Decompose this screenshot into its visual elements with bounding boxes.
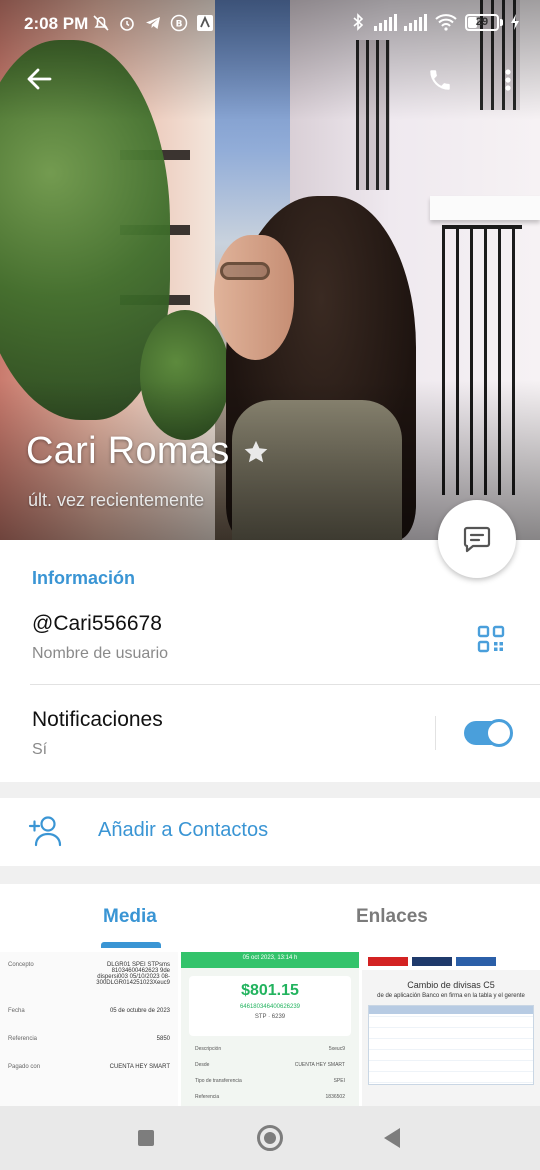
profile-screen: 2:08 PM B 29 Cari Romas últ. vez recient… [0,0,540,1170]
transfer-line: Referencia 1836502 [195,1094,345,1100]
alarm-icon [118,14,136,32]
bank-logo [412,956,452,966]
message-icon [463,526,491,553]
receipt-row: Pagado con CUENTA HEY SMART [8,1064,170,1070]
notifications-value: Sí [32,741,48,758]
divider [30,684,540,685]
more-options-button[interactable] [490,60,526,100]
transfer-card: $801.15 646180346400626239 STP · 6239 [189,976,351,1036]
exchange-logo-bar [362,952,540,970]
notifications-label[interactable]: Notificaciones [32,708,163,732]
username-value[interactable]: @Cari556678 [32,612,162,636]
svg-text:B: B [176,20,183,30]
phone-icon [430,70,450,90]
status-time: 2:08 PM [24,14,89,33]
receipt-row: Concepto DLGR01 SPEI STPsms 8103460046262… [8,962,170,986]
notifications-toggle[interactable] [464,719,513,747]
transfer-bank: STP · 6239 [254,1014,286,1020]
transfer-account: 646180346400626239 [239,1004,301,1010]
exchange-subtitle: de de aplicación Banco en firma en la ta… [377,993,525,999]
telegram-icon [144,14,162,32]
active-tab-indicator [101,942,161,948]
receipt-row: Referencia 5850 [8,1036,170,1042]
call-button[interactable] [420,60,460,100]
media-thumbnail-exchange[interactable]: Cambio de divisas C5 de de aplicación Ba… [362,952,540,1106]
system-nav-bar [0,1106,540,1170]
b-badge-icon: B [170,14,188,32]
profile-name: Cari Romas [26,430,230,472]
back-button[interactable] [20,60,58,98]
add-contact-button[interactable]: Añadir a Contactos [0,798,540,866]
signal-icon [374,13,397,31]
more-vertical-icon [505,69,511,91]
exchange-table [368,1005,534,1085]
tab-links[interactable]: Enlaces [356,906,428,928]
section-gap [0,782,540,798]
profile-name-row: Cari Romas [26,430,270,473]
bank-logo [368,956,408,966]
transfer-amount: $801.15 [241,982,299,999]
arrow-left-icon [27,68,52,90]
add-user-icon [28,816,62,847]
send-message-button[interactable] [438,500,516,578]
bank-logo [456,956,496,966]
status-bar: 2:08 PM B 29 [0,0,540,50]
recent-apps-button[interactable] [138,1130,154,1146]
section-gap [0,866,540,884]
transfer-line: Descripción 5xeuc9 [195,1046,345,1052]
star-icon [244,440,267,462]
add-contact-label: Añadir a Contactos [98,819,269,841]
transfer-line: Desde CUENTA HEY SMART [195,1062,345,1068]
vertical-divider [435,716,436,750]
toggle-knob [485,719,513,747]
mute-icon [92,14,110,32]
info-section: Información @Cari556678 Nombre de usuari… [0,540,540,782]
last-seen-status: últ. vez recientemente [28,490,205,510]
transfer-line: Tipo de transferencia SPEI [195,1078,345,1084]
receipt-row: Fecha 05 de octubre de 2023 [8,1008,170,1014]
media-thumbnail-receipt[interactable]: Concepto DLGR01 SPEI STPsms 8103460046262… [0,952,178,1106]
media-thumbnail-transfer[interactable]: 05 oct 2023, 13:14 h $801.15 64618034640… [181,952,359,1106]
transfer-header: 05 oct 2023, 13:14 h [181,952,359,968]
tab-media[interactable]: Media [103,906,157,928]
username-label: Nombre de usuario [32,645,169,662]
bluetooth-icon [349,13,367,31]
shared-media-tabs: Media Enlaces [0,884,540,948]
qr-code-icon [477,625,505,653]
battery-icon: 29 [465,13,499,31]
qr-code-button[interactable] [474,622,508,656]
exchange-title: Cambio de divisas C5 [407,980,495,990]
charging-icon [510,13,520,31]
signal-2-icon [404,13,427,31]
media-grid: Concepto DLGR01 SPEI STPsms 8103460046262… [0,952,540,1106]
wifi-icon [434,13,458,31]
info-section-title: Información [32,568,136,588]
app-notification-icon [196,14,214,32]
battery-level: 29 [475,16,489,28]
home-button[interactable] [257,1125,283,1151]
nav-back-button[interactable] [384,1128,400,1148]
